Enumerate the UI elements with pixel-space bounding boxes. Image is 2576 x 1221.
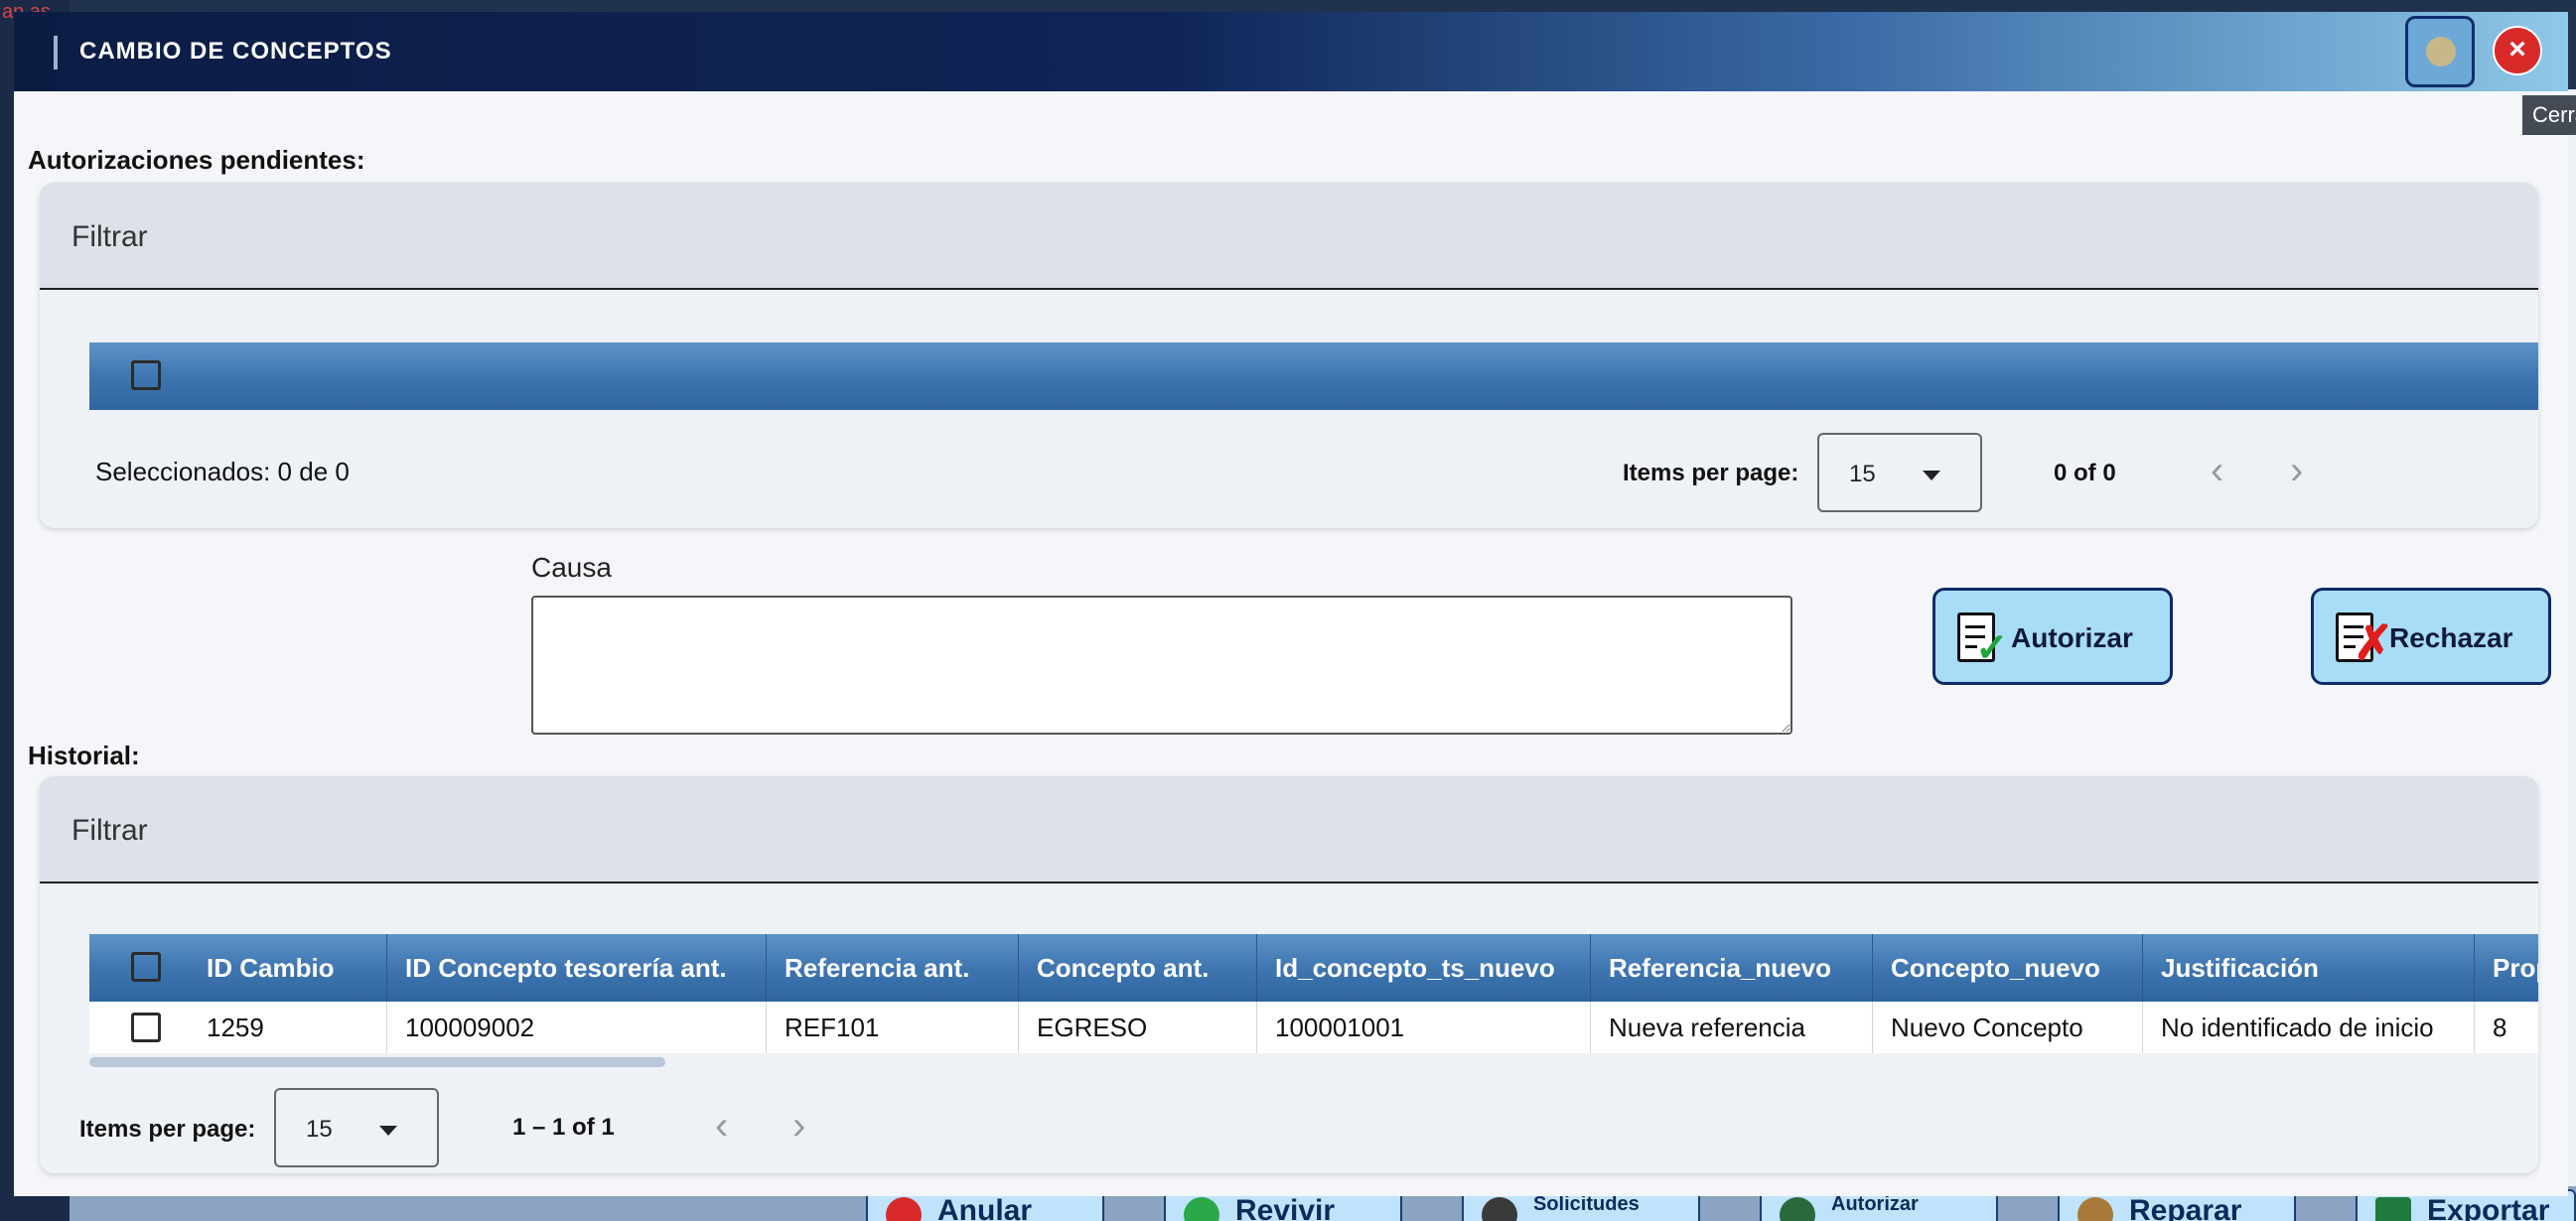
table-cell: 100001001 (1257, 1002, 1591, 1053)
history-panel: Filtrar ID Cambio ID Concepto tesorería … (40, 776, 2538, 1173)
column-header[interactable]: Prop (2475, 934, 2538, 1002)
history-filter-header[interactable]: Filtrar (40, 776, 2538, 883)
table-cell: 1259 (189, 1002, 387, 1053)
chevron-down-icon (379, 1126, 397, 1136)
table-cell: EGRESO (1019, 1002, 1257, 1053)
background-button-label: Anular (937, 1194, 1033, 1221)
background-button-label: Autorizar (1831, 1193, 1919, 1215)
history-next-page-button[interactable]: › (792, 1106, 805, 1146)
background-button-label: Revivir (1235, 1194, 1336, 1221)
reject-button[interactable]: ✗ Rechazar (2311, 588, 2551, 685)
history-prev-page-button[interactable]: ‹ (715, 1106, 728, 1146)
pending-table-header (89, 342, 2538, 410)
chevron-right-icon: › (2290, 449, 2304, 492)
table-cell: 100009002 (387, 1002, 767, 1053)
dialog-title: CAMBIO DE CONCEPTOS (79, 38, 392, 65)
table-cell: Nuevo Concepto (1873, 1002, 2143, 1053)
cambio-conceptos-dialog: CAMBIO DE CONCEPTOS × Autorizaciones pen… (14, 12, 2568, 1196)
history-select-all-checkbox[interactable] (131, 952, 161, 982)
table-cell: 8 (2493, 1013, 2507, 1042)
dialog-titlebar: CAMBIO DE CONCEPTOS × (14, 12, 2568, 91)
column-header[interactable]: Justificación (2143, 934, 2475, 1002)
column-header[interactable]: ID Cambio (189, 934, 387, 1002)
authorize-button[interactable]: ✓ Autorizar (1932, 588, 2173, 685)
table-cell: REF101 (767, 1002, 1019, 1053)
history-items-per-page-label: Items per page: (79, 1116, 256, 1143)
causa-textarea[interactable] (531, 596, 1792, 735)
title-accent-bar (54, 36, 58, 69)
pending-items-per-page-label: Items per page: (1623, 460, 1799, 486)
table-cell: Nueva referencia (1591, 1002, 1873, 1053)
close-button[interactable]: × (2493, 26, 2542, 75)
column-header[interactable]: ID Concepto tesorería ant. (387, 934, 767, 1002)
causa-label: Causa (531, 552, 612, 583)
scrollbar-thumb[interactable] (89, 1057, 665, 1067)
history-items-per-page-select[interactable]: 15 (274, 1088, 439, 1167)
column-header[interactable]: Concepto ant. (1019, 934, 1257, 1002)
reject-button-label: Rechazar (2389, 622, 2513, 653)
minimize-icon (2426, 37, 2456, 67)
pending-prev-page-button[interactable]: ‹ (2211, 451, 2223, 490)
horizontal-scrollbar[interactable] (89, 1055, 2538, 1067)
close-tooltip: Cerrar (2522, 95, 2576, 135)
history-filter-label: Filtrar (72, 814, 148, 847)
history-range-label: 1 – 1 of 1 (512, 1114, 615, 1141)
pending-panel: Filtrar Seleccionados: 0 de 0 Items per … (40, 183, 2538, 528)
authorize-button-label: Autorizar (2011, 622, 2133, 653)
pending-section-label: Autorizaciones pendientes: (28, 145, 365, 175)
column-header[interactable]: Referencia_nuevo (1591, 934, 1873, 1002)
inbox-icon (1482, 1197, 1517, 1221)
pending-range-label: 0 of 0 (2054, 460, 2116, 486)
history-items-per-page-value: 15 (306, 1116, 333, 1143)
chevron-down-icon (1923, 471, 1940, 480)
background-button-label: Reparar (2129, 1194, 2242, 1221)
table-row[interactable]: 1259 100009002 REF101 EGRESO 100001001 N… (89, 1002, 2538, 1053)
row-checkbox[interactable] (131, 1013, 161, 1042)
chevron-left-icon: ‹ (2211, 449, 2224, 492)
background-button-label: Exportar (2427, 1194, 2550, 1221)
selected-count: Seleccionados: 0 de 0 (95, 457, 350, 486)
chevron-right-icon: › (792, 1104, 806, 1148)
minimize-button[interactable] (2405, 16, 2475, 87)
pending-filter-header[interactable]: Filtrar (40, 183, 2538, 290)
pending-filter-label: Filtrar (72, 220, 148, 253)
background-button-label: Solicitudes (1533, 1193, 1640, 1215)
authorize-icon (1780, 1197, 1815, 1221)
history-section-label: Historial: (28, 741, 140, 770)
table-cell: No identificado de inicio (2143, 1002, 2475, 1053)
pending-items-per-page-select[interactable]: 15 (1817, 433, 1982, 512)
column-header[interactable]: Id_concepto_ts_nuevo (1257, 934, 1591, 1002)
cancel-icon (886, 1197, 922, 1221)
pending-next-page-button[interactable]: › (2290, 451, 2303, 490)
close-icon: × (2508, 33, 2526, 66)
repair-icon (2077, 1197, 2113, 1221)
pending-items-per-page-value: 15 (1849, 461, 1876, 487)
checkmark-icon: ✓ (1975, 626, 2009, 670)
on-icon (1184, 1197, 1219, 1221)
pending-select-all-checkbox[interactable] (131, 360, 161, 390)
x-mark-icon: ✗ (2354, 617, 2394, 670)
column-header[interactable]: Concepto_nuevo (1873, 934, 2143, 1002)
history-table-header: ID Cambio ID Concepto tesorería ant. Ref… (89, 934, 2538, 1002)
chevron-left-icon: ‹ (715, 1104, 729, 1148)
column-header[interactable]: Referencia ant. (767, 934, 1019, 1002)
excel-icon (2375, 1197, 2411, 1221)
